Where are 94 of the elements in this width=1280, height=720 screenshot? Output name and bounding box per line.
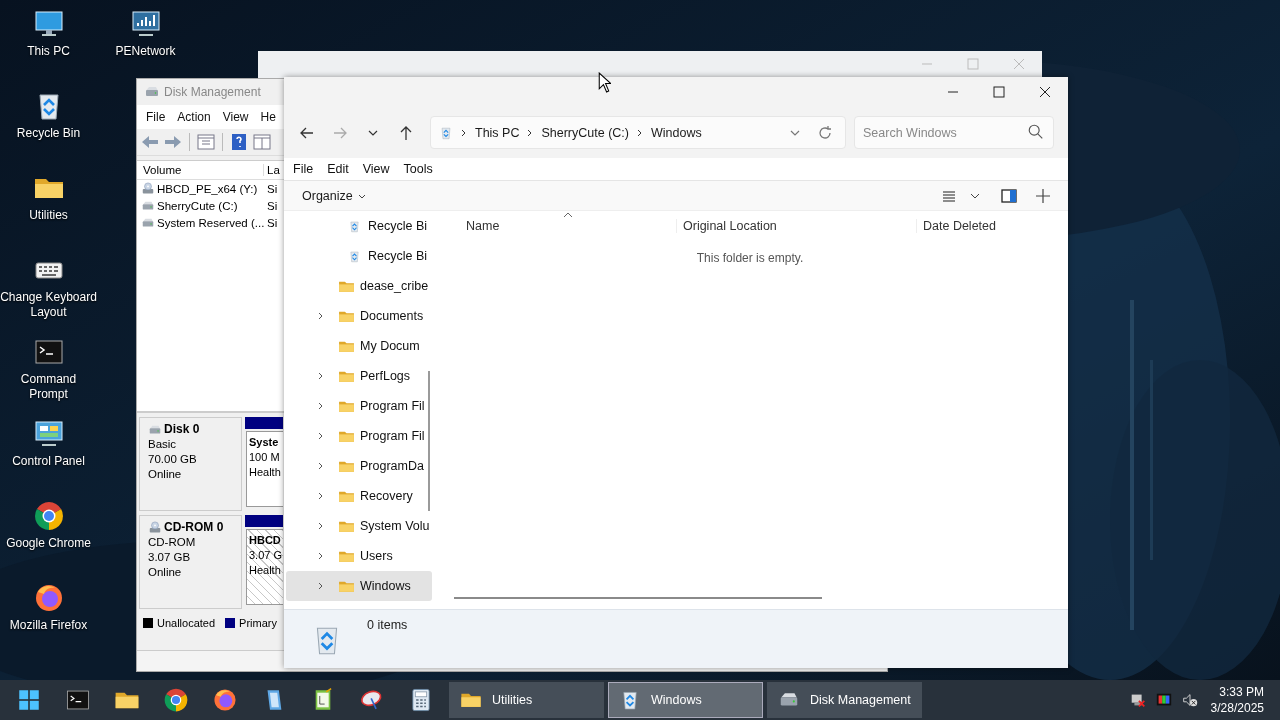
legend-label: Unallocated bbox=[157, 617, 216, 629]
menu-item[interactable]: View bbox=[222, 110, 249, 124]
cd-drive-icon bbox=[141, 181, 155, 196]
desktop-icon-label[interactable]: Recycle Bin bbox=[16, 126, 81, 141]
clock-time[interactable]: 3:33 PM bbox=[1219, 684, 1264, 700]
recycle-bin-icon bbox=[348, 219, 361, 233]
partition-health: Health bbox=[249, 465, 282, 480]
partition-box[interactable]: Syste 100 M Health bbox=[246, 431, 283, 507]
table-cell-text: Si bbox=[266, 182, 278, 195]
speaker-muted-icon[interactable] bbox=[1180, 691, 1199, 709]
partition-size: 3.07 G bbox=[249, 548, 283, 563]
tree-item[interactable]: My Docum bbox=[286, 331, 432, 361]
tree-item[interactable]: Program Fil bbox=[286, 421, 432, 451]
search-field[interactable]: Search Windows bbox=[854, 116, 1054, 149]
breadcrumb-item[interactable]: SherryCute (C:) bbox=[541, 125, 629, 140]
tree-item[interactable]: dease_cribe bbox=[286, 271, 432, 301]
menu-item[interactable]: View bbox=[362, 162, 390, 176]
tree-item[interactable]: Recycle Bi bbox=[286, 211, 432, 241]
disk-type: Basic bbox=[148, 437, 178, 452]
organize-button[interactable]: Organize bbox=[296, 184, 373, 207]
address-bar[interactable]: This PC SherryCute (C:) Windows bbox=[430, 116, 846, 149]
partition-bar bbox=[245, 515, 283, 527]
tree-item[interactable]: Users bbox=[286, 541, 432, 571]
desktop-icon-label[interactable]: Mozilla Firefox bbox=[9, 618, 88, 633]
desktop-icon-label[interactable]: PENetwork bbox=[115, 44, 176, 59]
desktop-icon-label[interactable]: Change Keyboard Layout bbox=[0, 290, 97, 320]
taskbar-button[interactable]: Disk Management bbox=[767, 682, 922, 718]
panel-icon[interactable] bbox=[252, 132, 272, 152]
terminal-icon[interactable] bbox=[65, 687, 91, 713]
column-header[interactable]: Original Location bbox=[677, 219, 917, 233]
partition-bar bbox=[245, 417, 283, 429]
partition-box[interactable]: HBCD 3.07 G Health bbox=[246, 529, 283, 605]
breadcrumb-item[interactable]: Windows bbox=[651, 125, 702, 140]
column-header[interactable]: Volume bbox=[137, 164, 264, 176]
partition-size: 100 M bbox=[249, 450, 281, 465]
tree-item[interactable]: PerfLogs bbox=[286, 361, 432, 391]
partition-name: Syste bbox=[249, 435, 280, 450]
tree-item[interactable]: Program Fil bbox=[286, 391, 432, 421]
desktop-icon-label[interactable]: Utilities bbox=[29, 208, 68, 223]
desktop-icon-label[interactable]: Command Prompt bbox=[0, 372, 97, 402]
menu-item[interactable]: Action bbox=[177, 110, 211, 124]
help-icon[interactable] bbox=[229, 132, 249, 152]
table-cell: HBCD_PE_x64 (Y:) bbox=[157, 182, 258, 195]
sort-caret-icon bbox=[563, 212, 573, 218]
empty-folder-message: This folder is empty. bbox=[696, 251, 804, 265]
desktop-icon-label[interactable]: Google Chrome bbox=[6, 536, 91, 551]
breadcrumb-item[interactable]: This PC bbox=[475, 125, 520, 140]
menu-item[interactable]: Tools bbox=[403, 162, 433, 176]
browser-icon[interactable] bbox=[32, 500, 65, 532]
taskbar-button[interactable]: Utilities bbox=[449, 682, 604, 718]
menu-item[interactable]: File bbox=[146, 110, 166, 124]
disk-status: Online bbox=[148, 467, 183, 482]
browser-icon[interactable] bbox=[163, 687, 189, 713]
scrollbar[interactable] bbox=[428, 371, 430, 511]
desktop-icon-label[interactable]: Control Panel bbox=[12, 454, 85, 469]
cd-drive-icon bbox=[148, 520, 162, 535]
tree-item[interactable]: Documents bbox=[286, 301, 432, 331]
table-cell: System Reserved (... bbox=[157, 216, 265, 229]
tree-item[interactable]: Recycle Bi bbox=[286, 241, 432, 271]
table-cell: SherryCute (C:) bbox=[157, 199, 238, 212]
tree-item[interactable]: ProgramDa bbox=[286, 451, 432, 481]
menu-item[interactable]: File bbox=[293, 162, 314, 176]
disk-size: 70.00 GB bbox=[148, 452, 198, 467]
menu-item[interactable]: He bbox=[260, 110, 276, 124]
window-title: Disk Management bbox=[164, 85, 261, 99]
partition-name: HBCD bbox=[249, 533, 282, 548]
taskbar-button[interactable]: Windows bbox=[608, 682, 763, 718]
table-cell-text: Si bbox=[266, 199, 278, 212]
search-icon[interactable] bbox=[1027, 123, 1045, 141]
tree-item[interactable]: System Volu bbox=[286, 511, 432, 541]
column-header[interactable]: Date Deleted bbox=[917, 219, 996, 233]
scrollbar[interactable] bbox=[454, 597, 822, 599]
legend-label: Primary bbox=[239, 617, 277, 629]
disk-label-panel[interactable]: Disk 0 Basic 70.00 GB Online bbox=[139, 417, 242, 511]
menu-item[interactable]: Edit bbox=[327, 162, 349, 176]
browser-icon[interactable] bbox=[212, 687, 238, 713]
disk-type: CD-ROM bbox=[148, 535, 197, 550]
disk-name: CD-ROM 0 bbox=[164, 520, 224, 535]
disk-label-panel[interactable]: CD-ROM 0 CD-ROM 3.07 GB Online bbox=[139, 515, 242, 609]
desktop-icon-label[interactable]: This PC bbox=[27, 44, 70, 59]
partition-health: Health bbox=[249, 563, 282, 578]
disk-name: Disk 0 bbox=[164, 422, 200, 437]
item-count: 0 items bbox=[367, 618, 408, 632]
recycle-bin-icon bbox=[439, 125, 453, 140]
column-header[interactable]: Name bbox=[460, 219, 677, 233]
tree-item[interactable]: Recovery bbox=[286, 481, 432, 511]
table-cell-text: Si bbox=[266, 216, 278, 229]
disk-status: Online bbox=[148, 565, 183, 580]
clock-date[interactable]: 3/28/2025 bbox=[1210, 700, 1264, 716]
start-icon[interactable] bbox=[16, 687, 42, 713]
disk-size: 3.07 GB bbox=[148, 550, 192, 565]
tree-item[interactable]: Windows bbox=[286, 571, 432, 601]
recycle-bin-icon bbox=[348, 249, 361, 263]
column-header[interactable]: La bbox=[264, 164, 280, 176]
